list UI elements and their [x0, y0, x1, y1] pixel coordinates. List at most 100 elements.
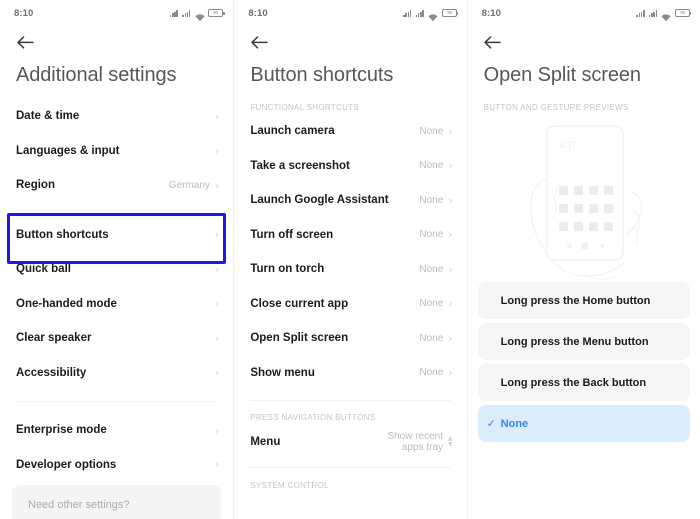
option-none[interactable]: ✓ None [477, 405, 690, 442]
list-item-label: Clear speaker [16, 332, 92, 345]
list-item-accessibility[interactable]: Accessibility › [0, 356, 233, 391]
signal-icon [169, 9, 179, 17]
chevron-right-icon: › [214, 423, 220, 437]
back-arrow-icon[interactable] [249, 32, 269, 52]
divider [16, 209, 218, 211]
settings-list-group-3: Enterprise mode › Developer options › [0, 413, 233, 482]
list-item-right: Germany › [169, 180, 220, 191]
list-item-label: Launch camera [250, 125, 335, 138]
list-item-region[interactable]: Region Germany › [0, 168, 233, 203]
preview-illustration: 6:37 [468, 114, 700, 282]
option-label: Long press the Menu button [500, 335, 649, 348]
list-item-label: Menu [250, 436, 281, 448]
list-item-right: None › [419, 229, 452, 240]
list-item-label: Enterprise mode [16, 424, 107, 437]
list-item-label: Close current app [250, 297, 349, 310]
list-item-date-time[interactable]: Date & time › [0, 99, 233, 134]
chevron-right-icon: › [214, 331, 220, 345]
signal-icon [403, 9, 412, 17]
option-long-press-back-button[interactable]: Long press the Back button [477, 364, 690, 401]
wifi-icon [661, 9, 672, 22]
list-item-close-current-app[interactable]: Close current app None › [234, 287, 466, 322]
list-item-value: None [419, 332, 444, 344]
list-item-value: None [419, 298, 444, 310]
wifi-icon [195, 9, 205, 22]
back-arrow-icon[interactable] [483, 32, 503, 52]
list-item-developer-options[interactable]: Developer options › [0, 448, 233, 483]
list-item-right: None › [419, 160, 452, 171]
list-item-label: Take a screenshot [250, 159, 350, 172]
list-item-open-split-screen[interactable]: Open Split screen None › [234, 321, 466, 356]
three-screen-comparison: 8:10 99 Additional settings Date & time [0, 0, 700, 519]
list-item-quick-ball[interactable]: Quick ball › [0, 252, 233, 287]
list-item-launch-google-assistant[interactable]: Launch Google Assistant None › [234, 183, 466, 218]
chevron-right-icon: › [448, 193, 453, 207]
battery-icon: 99 [441, 9, 459, 17]
functional-shortcuts-list: Launch camera None › Take a screenshot N… [234, 114, 466, 390]
list-item-label: Launch Google Assistant [250, 194, 389, 207]
status-bar: 8:10 99 [468, 0, 700, 26]
page-title: Open Split screen [483, 64, 641, 86]
list-item-label: One-handed mode [16, 297, 117, 310]
list-item-value: Show recent apps tray [387, 431, 444, 453]
section-header-system-control: SYSTEM CONTROL [250, 481, 329, 490]
chevron-right-icon: › [448, 366, 453, 380]
section-header-button-gesture-previews: BUTTON AND GESTURE PREVIEWS [483, 103, 629, 112]
list-item-label: Accessibility [16, 366, 87, 379]
press-navigation-buttons-list: Menu Show recent apps tray ▲ ▼ [234, 424, 466, 460]
chevron-right-icon: › [448, 262, 453, 276]
stepper-updown-icon[interactable]: ▲ ▼ [448, 436, 453, 448]
section-header-functional-shortcuts: FUNCTIONAL SHORTCUTS [250, 103, 359, 112]
list-item-show-menu[interactable]: Show menu None › [234, 356, 466, 391]
list-item-value: Germany [168, 179, 210, 191]
list-item-right: › [210, 145, 219, 156]
list-item-turn-on-torch[interactable]: Turn on torch None › [234, 252, 466, 287]
list-item-launch-camera[interactable]: Launch camera None › [234, 114, 466, 149]
status-bar: 8:10 99 [234, 0, 466, 26]
list-item-languages-input[interactable]: Languages & input › [0, 134, 233, 169]
need-other-settings-card[interactable]: Need other settings? [12, 485, 222, 519]
list-item-label: Show menu [250, 366, 315, 379]
list-item-label: Developer options [16, 458, 117, 471]
status-time: 8:10 [481, 7, 502, 19]
chevron-right-icon: › [214, 178, 220, 192]
signal-icon [415, 9, 425, 17]
back-arrow-icon[interactable] [15, 32, 35, 52]
option-label: None [500, 417, 529, 430]
list-item-turn-off-screen[interactable]: Turn off screen None › [234, 218, 466, 253]
list-item-menu[interactable]: Menu Show recent apps tray ▲ ▼ [234, 424, 466, 460]
chevron-right-icon: › [214, 144, 220, 158]
battery-icon: 99 [208, 9, 225, 17]
chevron-right-icon: › [214, 228, 220, 242]
list-item-right: None › [419, 367, 452, 378]
navigation-bar [0, 26, 233, 58]
status-bar: 8:10 99 [0, 0, 233, 26]
screen-open-split-screen: 8:10 99 Open Split screen BUTTON AND GES… [466, 0, 700, 519]
navigation-bar [468, 26, 700, 58]
list-item-one-handed-mode[interactable]: One-handed mode › [0, 287, 233, 322]
list-item-button-shortcuts[interactable]: Button shortcuts › [0, 218, 233, 253]
signal-icon [648, 9, 658, 17]
list-item-take-screenshot[interactable]: Take a screenshot None › [234, 149, 466, 184]
chevron-right-icon: › [448, 228, 453, 242]
list-item-right: › [210, 111, 219, 122]
list-item-right: None › [419, 195, 452, 206]
status-time: 8:10 [14, 7, 34, 19]
list-item-label: Quick ball [16, 263, 71, 276]
settings-list-group-2: Button shortcuts › Quick ball › One-hand… [0, 218, 233, 391]
status-time: 8:10 [248, 7, 268, 19]
chevron-right-icon: › [214, 366, 220, 380]
divider [16, 401, 218, 402]
chevron-right-icon: › [448, 159, 453, 173]
status-icons: 99 [636, 9, 692, 22]
wifi-icon [428, 9, 438, 22]
list-item-clear-speaker[interactable]: Clear speaker › [0, 321, 233, 356]
list-item-enterprise-mode[interactable]: Enterprise mode › [0, 413, 233, 448]
option-long-press-menu-button[interactable]: Long press the Menu button [477, 323, 690, 360]
option-long-press-home-button[interactable]: Long press the Home button [477, 282, 690, 319]
list-item-label: Button shortcuts [16, 228, 109, 241]
list-item-right: None › [419, 333, 452, 344]
option-label: Long press the Home button [500, 294, 651, 307]
list-item-label: Date & time [16, 110, 80, 123]
settings-list-group-1: Date & time › Languages & input › Region… [0, 99, 233, 203]
